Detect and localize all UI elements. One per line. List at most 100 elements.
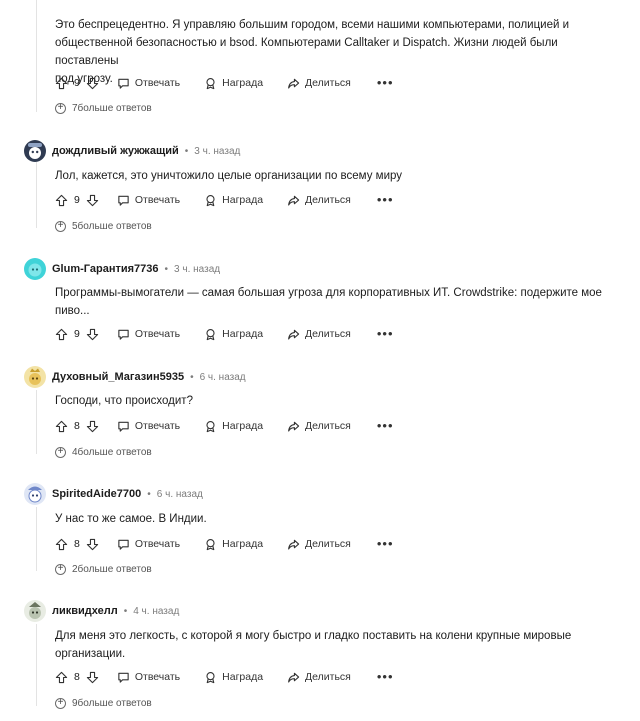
award-button[interactable]: Награда: [204, 420, 263, 433]
award-button[interactable]: Награда: [204, 328, 263, 341]
share-button[interactable]: Делиться: [287, 671, 351, 684]
award-label: Награда: [222, 420, 264, 432]
comment-text-line: общественной безопасностью и bsod. Компь…: [55, 37, 558, 67]
upvote-icon[interactable]: [55, 538, 68, 551]
thread-line: [36, 390, 37, 454]
upvote-icon[interactable]: [55, 77, 68, 90]
share-button[interactable]: Делиться: [287, 538, 351, 551]
award-icon: [206, 420, 215, 432]
award-button[interactable]: Награда: [204, 194, 263, 207]
comment-author[interactable]: Духовный_Магазин5935: [52, 371, 184, 383]
vote-count: 9: [74, 328, 80, 340]
share-label: Делиться: [305, 194, 351, 206]
reply-button[interactable]: Отвечать: [117, 671, 180, 684]
comment-author[interactable]: Glum-Гарантия7736: [52, 263, 159, 275]
more-replies-link[interactable]: + 4больше ответов: [55, 444, 152, 460]
avatar[interactable]: [24, 366, 46, 388]
award-button[interactable]: Награда: [204, 671, 263, 684]
more-replies-link[interactable]: + 7больше ответов: [55, 100, 152, 116]
comment-timestamp[interactable]: 6 ч. назад: [157, 489, 203, 500]
downvote-icon[interactable]: [86, 420, 99, 433]
share-button[interactable]: Делиться: [287, 194, 351, 207]
comment-text-line: У нас то же самое. В Индии.: [55, 513, 207, 525]
avatar[interactable]: [24, 140, 46, 162]
comment-timestamp[interactable]: 3 ч. назад: [174, 264, 220, 275]
reply-button[interactable]: Отвечать: [117, 538, 180, 551]
award-icon: [206, 194, 215, 206]
more-replies-label: 2больше ответов: [72, 563, 152, 575]
reply-label: Отвечать: [134, 328, 181, 340]
more-replies-link[interactable]: + 2больше ответов: [55, 561, 152, 577]
vote-group: 8: [55, 420, 99, 433]
vote-group: 9: [55, 77, 99, 90]
reply-button[interactable]: Отвечать: [117, 328, 180, 341]
more-options-icon[interactable]: •••: [377, 670, 394, 683]
avatar[interactable]: [24, 600, 46, 622]
more-options-icon[interactable]: •••: [377, 419, 394, 432]
separator-dot: •: [147, 488, 151, 500]
separator-dot: •: [123, 605, 128, 617]
award-button[interactable]: Награда: [204, 77, 263, 90]
comment-header: ликвидхелл • 4 ч. назад: [24, 599, 179, 623]
share-button[interactable]: Делиться: [287, 420, 351, 433]
upvote-icon[interactable]: [55, 671, 68, 684]
snoo-avatar-icon: [28, 143, 42, 159]
downvote-icon[interactable]: [86, 671, 99, 684]
downvote-icon[interactable]: [86, 328, 99, 341]
upvote-icon[interactable]: [55, 328, 68, 341]
more-options-icon[interactable]: •••: [377, 537, 394, 550]
downvote-icon[interactable]: [86, 538, 99, 551]
comment-author[interactable]: ликвидхелл: [52, 605, 118, 617]
award-icon: [206, 671, 215, 683]
comment-body: Лол, кажется, это уничтожило целые орган…: [55, 167, 615, 185]
speech-bubble-icon: [118, 421, 129, 432]
award-icon: [206, 77, 215, 89]
comment-header: дождливый жужжащий • 3 ч. назад: [24, 139, 240, 163]
share-label: Делиться: [305, 328, 351, 340]
comment-timestamp[interactable]: 3 ч. назад: [194, 146, 240, 157]
vote-group: 8: [55, 538, 99, 551]
comment-timestamp[interactable]: 6 ч. назад: [200, 372, 246, 383]
separator-dot: •: [184, 145, 189, 157]
award-label: Награда: [222, 194, 264, 206]
comment-text-line: пиво...: [55, 305, 90, 317]
more-options-icon[interactable]: •••: [377, 193, 394, 206]
thread-line: [36, 0, 37, 112]
comment-body: Для меня это легкость, с которой я могу …: [55, 627, 615, 663]
upvote-icon[interactable]: [55, 420, 68, 433]
speech-bubble-icon: [118, 78, 129, 89]
award-label: Награда: [222, 77, 264, 89]
downvote-icon[interactable]: [86, 194, 99, 207]
more-replies-label: 9больше ответов: [72, 697, 152, 709]
more-options-icon[interactable]: •••: [377, 76, 394, 89]
comment-author[interactable]: SpiritedAide7700: [52, 488, 141, 500]
award-icon: [206, 328, 215, 340]
vote-count: 9: [74, 194, 80, 206]
more-options-icon[interactable]: •••: [377, 327, 394, 340]
avatar[interactable]: [24, 258, 46, 280]
comment-text-line: Программы-вымогатели — самая большая угр…: [55, 287, 602, 299]
upvote-icon[interactable]: [55, 194, 68, 207]
share-button[interactable]: Делиться: [287, 77, 351, 90]
plus-circle-icon: +: [55, 102, 66, 114]
downvote-icon[interactable]: [86, 77, 99, 90]
share-button[interactable]: Делиться: [287, 328, 351, 341]
avatar[interactable]: [24, 483, 46, 505]
speech-bubble-icon: [118, 195, 129, 206]
comment-author[interactable]: дождливый жужжащий: [52, 145, 179, 157]
reply-label: Отвечать: [134, 77, 181, 89]
comment-body: Программы-вымогатели — самая большая угр…: [55, 284, 615, 320]
comment-text-line: Для меня это легкость, с которой я могу …: [55, 630, 572, 642]
share-arrow-icon: [288, 195, 300, 206]
comment-text-line: Это беспрецедентно. Я управляю большим г…: [55, 19, 570, 31]
award-button[interactable]: Награда: [204, 538, 263, 551]
comment-timestamp[interactable]: 4 ч. назад: [133, 606, 179, 617]
plus-circle-icon: +: [55, 563, 66, 575]
thread-line: [36, 507, 37, 571]
reply-button[interactable]: Отвечать: [117, 420, 180, 433]
reply-button[interactable]: Отвечать: [117, 77, 180, 90]
more-replies-link[interactable]: + 5больше ответов: [55, 218, 152, 234]
reply-button[interactable]: Отвечать: [117, 194, 180, 207]
separator-dot: •: [190, 371, 194, 383]
more-replies-link[interactable]: + 9больше ответов: [55, 695, 152, 711]
